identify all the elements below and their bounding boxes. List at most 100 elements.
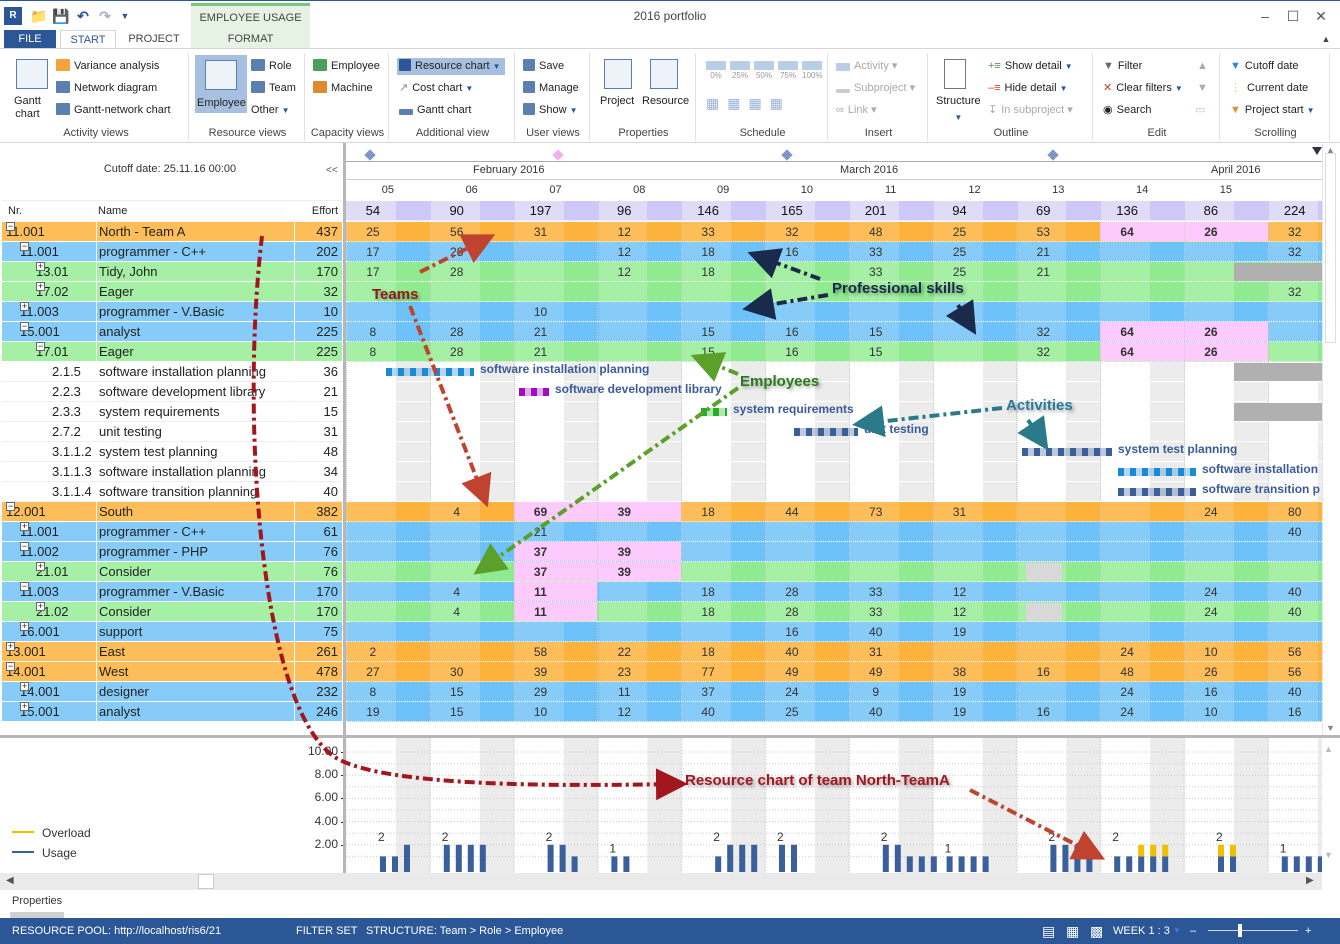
chart-scroll-up-icon[interactable]: ▲ xyxy=(1324,744,1333,754)
usage-cell[interactable]: 18 xyxy=(681,262,735,282)
usage-cell[interactable]: 15 xyxy=(430,702,484,722)
progress-2-button[interactable]: 50% xyxy=(754,61,774,80)
usage-cell[interactable]: 30 xyxy=(430,662,484,682)
usage-cell[interactable]: 16 xyxy=(765,622,819,642)
close-icon[interactable]: ✕ xyxy=(1306,5,1336,27)
usage-cell[interactable]: 33 xyxy=(849,582,903,602)
usage-cell[interactable]: 9 xyxy=(849,682,903,702)
usage-cell[interactable]: 25 xyxy=(933,222,987,242)
week-label[interactable]: 16 xyxy=(1268,184,1322,196)
usage-cell[interactable]: 32 xyxy=(1268,242,1322,262)
usage-cell[interactable]: 31 xyxy=(514,222,568,242)
usage-cell[interactable]: 21 xyxy=(514,342,568,362)
table-row[interactable]: +21.02 Consider 170 xyxy=(2,602,342,622)
chart-scroll-down-icon[interactable]: ▼ xyxy=(1324,850,1333,860)
expand-toggle-icon[interactable]: + xyxy=(20,682,29,691)
usage-cell[interactable]: 58 xyxy=(514,642,568,662)
current-date-button[interactable]: ⋮ Current date xyxy=(1230,80,1308,96)
tab-format[interactable]: FORMAT xyxy=(191,30,310,49)
milestone-diamond-icon[interactable] xyxy=(364,149,376,161)
usage-cell[interactable]: 24 xyxy=(1100,642,1154,662)
usage-cell[interactable]: 16 xyxy=(765,322,819,342)
usage-cell[interactable]: 38 xyxy=(933,662,987,682)
usage-cell[interactable]: 16 xyxy=(1016,662,1070,682)
table-row[interactable]: +21.01 Consider 76 xyxy=(2,562,342,582)
usage-cell[interactable]: 12 xyxy=(597,222,651,242)
gantt-chart-button[interactable]: Gantt chart xyxy=(14,95,41,121)
usage-cell[interactable]: 12 xyxy=(597,262,651,282)
table-row[interactable]: 3.1.1.4 software transition planning 40 xyxy=(2,482,342,502)
usage-cell[interactable]: 77 xyxy=(681,662,735,682)
expand-toggle-icon[interactable]: + xyxy=(36,262,45,271)
progress-0-button[interactable]: 0% xyxy=(706,61,726,80)
usage-cell[interactable]: 24 xyxy=(1184,502,1238,522)
table-row[interactable]: −11.001 programmer - C++ 202 xyxy=(2,242,342,262)
progress-4-button[interactable]: 100% xyxy=(802,61,822,80)
show-detail-button[interactable]: +≡ Show detail ▼ xyxy=(988,58,1073,75)
tab-project[interactable]: PROJECT xyxy=(120,30,188,49)
usage-cell[interactable]: 11 xyxy=(597,682,651,702)
scrollbar-thumb[interactable] xyxy=(1325,153,1336,343)
usage-cell[interactable]: 18 xyxy=(681,502,735,522)
usage-cell[interactable]: 39 xyxy=(514,662,568,682)
usage-cell[interactable]: 17 xyxy=(346,242,400,262)
schedule-tools-icons[interactable]: ▦▦▦▦ xyxy=(706,95,791,112)
week-label[interactable]: 05 xyxy=(346,184,430,196)
usage-cell[interactable]: 49 xyxy=(765,662,819,682)
usage-cell[interactable]: 26 xyxy=(1184,222,1238,242)
network-diagram-button[interactable]: Network diagram xyxy=(56,80,157,96)
usage-cell[interactable]: 16 xyxy=(765,342,819,362)
table-row[interactable]: +13.01 Tidy, John 170 xyxy=(2,262,342,282)
usage-cell[interactable]: 31 xyxy=(849,642,903,662)
cutoff-date-button[interactable]: ▼ Cutoff date xyxy=(1230,58,1299,74)
activity-bar[interactable] xyxy=(794,428,858,436)
usage-cell[interactable]: 8 xyxy=(346,322,400,342)
usage-cell[interactable]: 32 xyxy=(1016,342,1070,362)
table-row[interactable]: −11.001 North - Team A 437 xyxy=(2,222,342,242)
usage-cell[interactable]: 8 xyxy=(346,682,400,702)
usage-cell[interactable]: 37 xyxy=(681,682,735,702)
zoom-slider[interactable] xyxy=(1208,930,1298,931)
zoom-out-button[interactable]: – xyxy=(1190,918,1196,944)
usage-cell[interactable]: 19 xyxy=(933,702,987,722)
collapse-toggle-icon[interactable]: − xyxy=(6,502,15,511)
usage-cell[interactable]: 12 xyxy=(933,602,987,622)
collapse-ribbon-icon[interactable]: ▲ xyxy=(1318,30,1334,49)
minimize-icon[interactable]: – xyxy=(1250,5,1280,27)
expand-toggle-icon[interactable]: + xyxy=(20,522,29,531)
capacity-machine-button[interactable]: Machine xyxy=(313,80,373,96)
expand-toggle-icon[interactable]: + xyxy=(20,702,29,711)
week-label[interactable]: 07 xyxy=(514,184,598,196)
table-row[interactable]: −11.002 programmer - PHP 76 xyxy=(2,542,342,562)
milestone-diamond-icon[interactable] xyxy=(552,149,564,161)
usage-cell[interactable]: 80 xyxy=(1268,502,1322,522)
usage-cell[interactable]: 40 xyxy=(765,642,819,662)
table-row[interactable]: 3.1.1.3 software installation planning 34 xyxy=(2,462,342,482)
zoom-level-dropdown[interactable]: WEEK 1 : 3 xyxy=(1113,918,1170,944)
usage-cell[interactable]: 39 xyxy=(597,502,651,522)
other-view-dropdown[interactable]: Other ▼ xyxy=(251,102,290,119)
week-label[interactable]: 10 xyxy=(765,184,849,196)
usage-cell[interactable]: 56 xyxy=(1268,642,1322,662)
table-row[interactable]: +11.003 programmer - V.Basic 10 xyxy=(2,302,342,322)
usage-cell[interactable]: 40 xyxy=(1268,582,1322,602)
usage-cell[interactable]: 10 xyxy=(1184,702,1238,722)
week-label[interactable]: 14 xyxy=(1100,184,1184,196)
usage-cell[interactable]: 26 xyxy=(1184,322,1238,342)
usage-cell[interactable]: 10 xyxy=(514,302,568,322)
usage-cell[interactable]: 40 xyxy=(1268,602,1322,622)
usage-cell[interactable]: 69 xyxy=(514,502,568,522)
usage-cell[interactable]: 53 xyxy=(1016,222,1070,242)
collapse-toggle-icon[interactable]: − xyxy=(6,662,15,671)
usage-cell[interactable]: 24 xyxy=(765,682,819,702)
usage-cell[interactable]: 23 xyxy=(597,662,651,682)
gantt-chart-additional-button[interactable]: Gantt chart xyxy=(399,102,471,118)
usage-cell[interactable]: 29 xyxy=(514,682,568,702)
usage-cell[interactable]: 15 xyxy=(849,322,903,342)
usage-cell[interactable]: 56 xyxy=(430,222,484,242)
usage-cell[interactable]: 32 xyxy=(1268,222,1322,242)
usage-cell[interactable]: 40 xyxy=(1268,522,1322,542)
insert-activity-button[interactable]: Activity ▾ xyxy=(836,58,897,74)
usage-cell[interactable]: 39 xyxy=(597,562,651,582)
usage-cell[interactable]: 12 xyxy=(933,582,987,602)
